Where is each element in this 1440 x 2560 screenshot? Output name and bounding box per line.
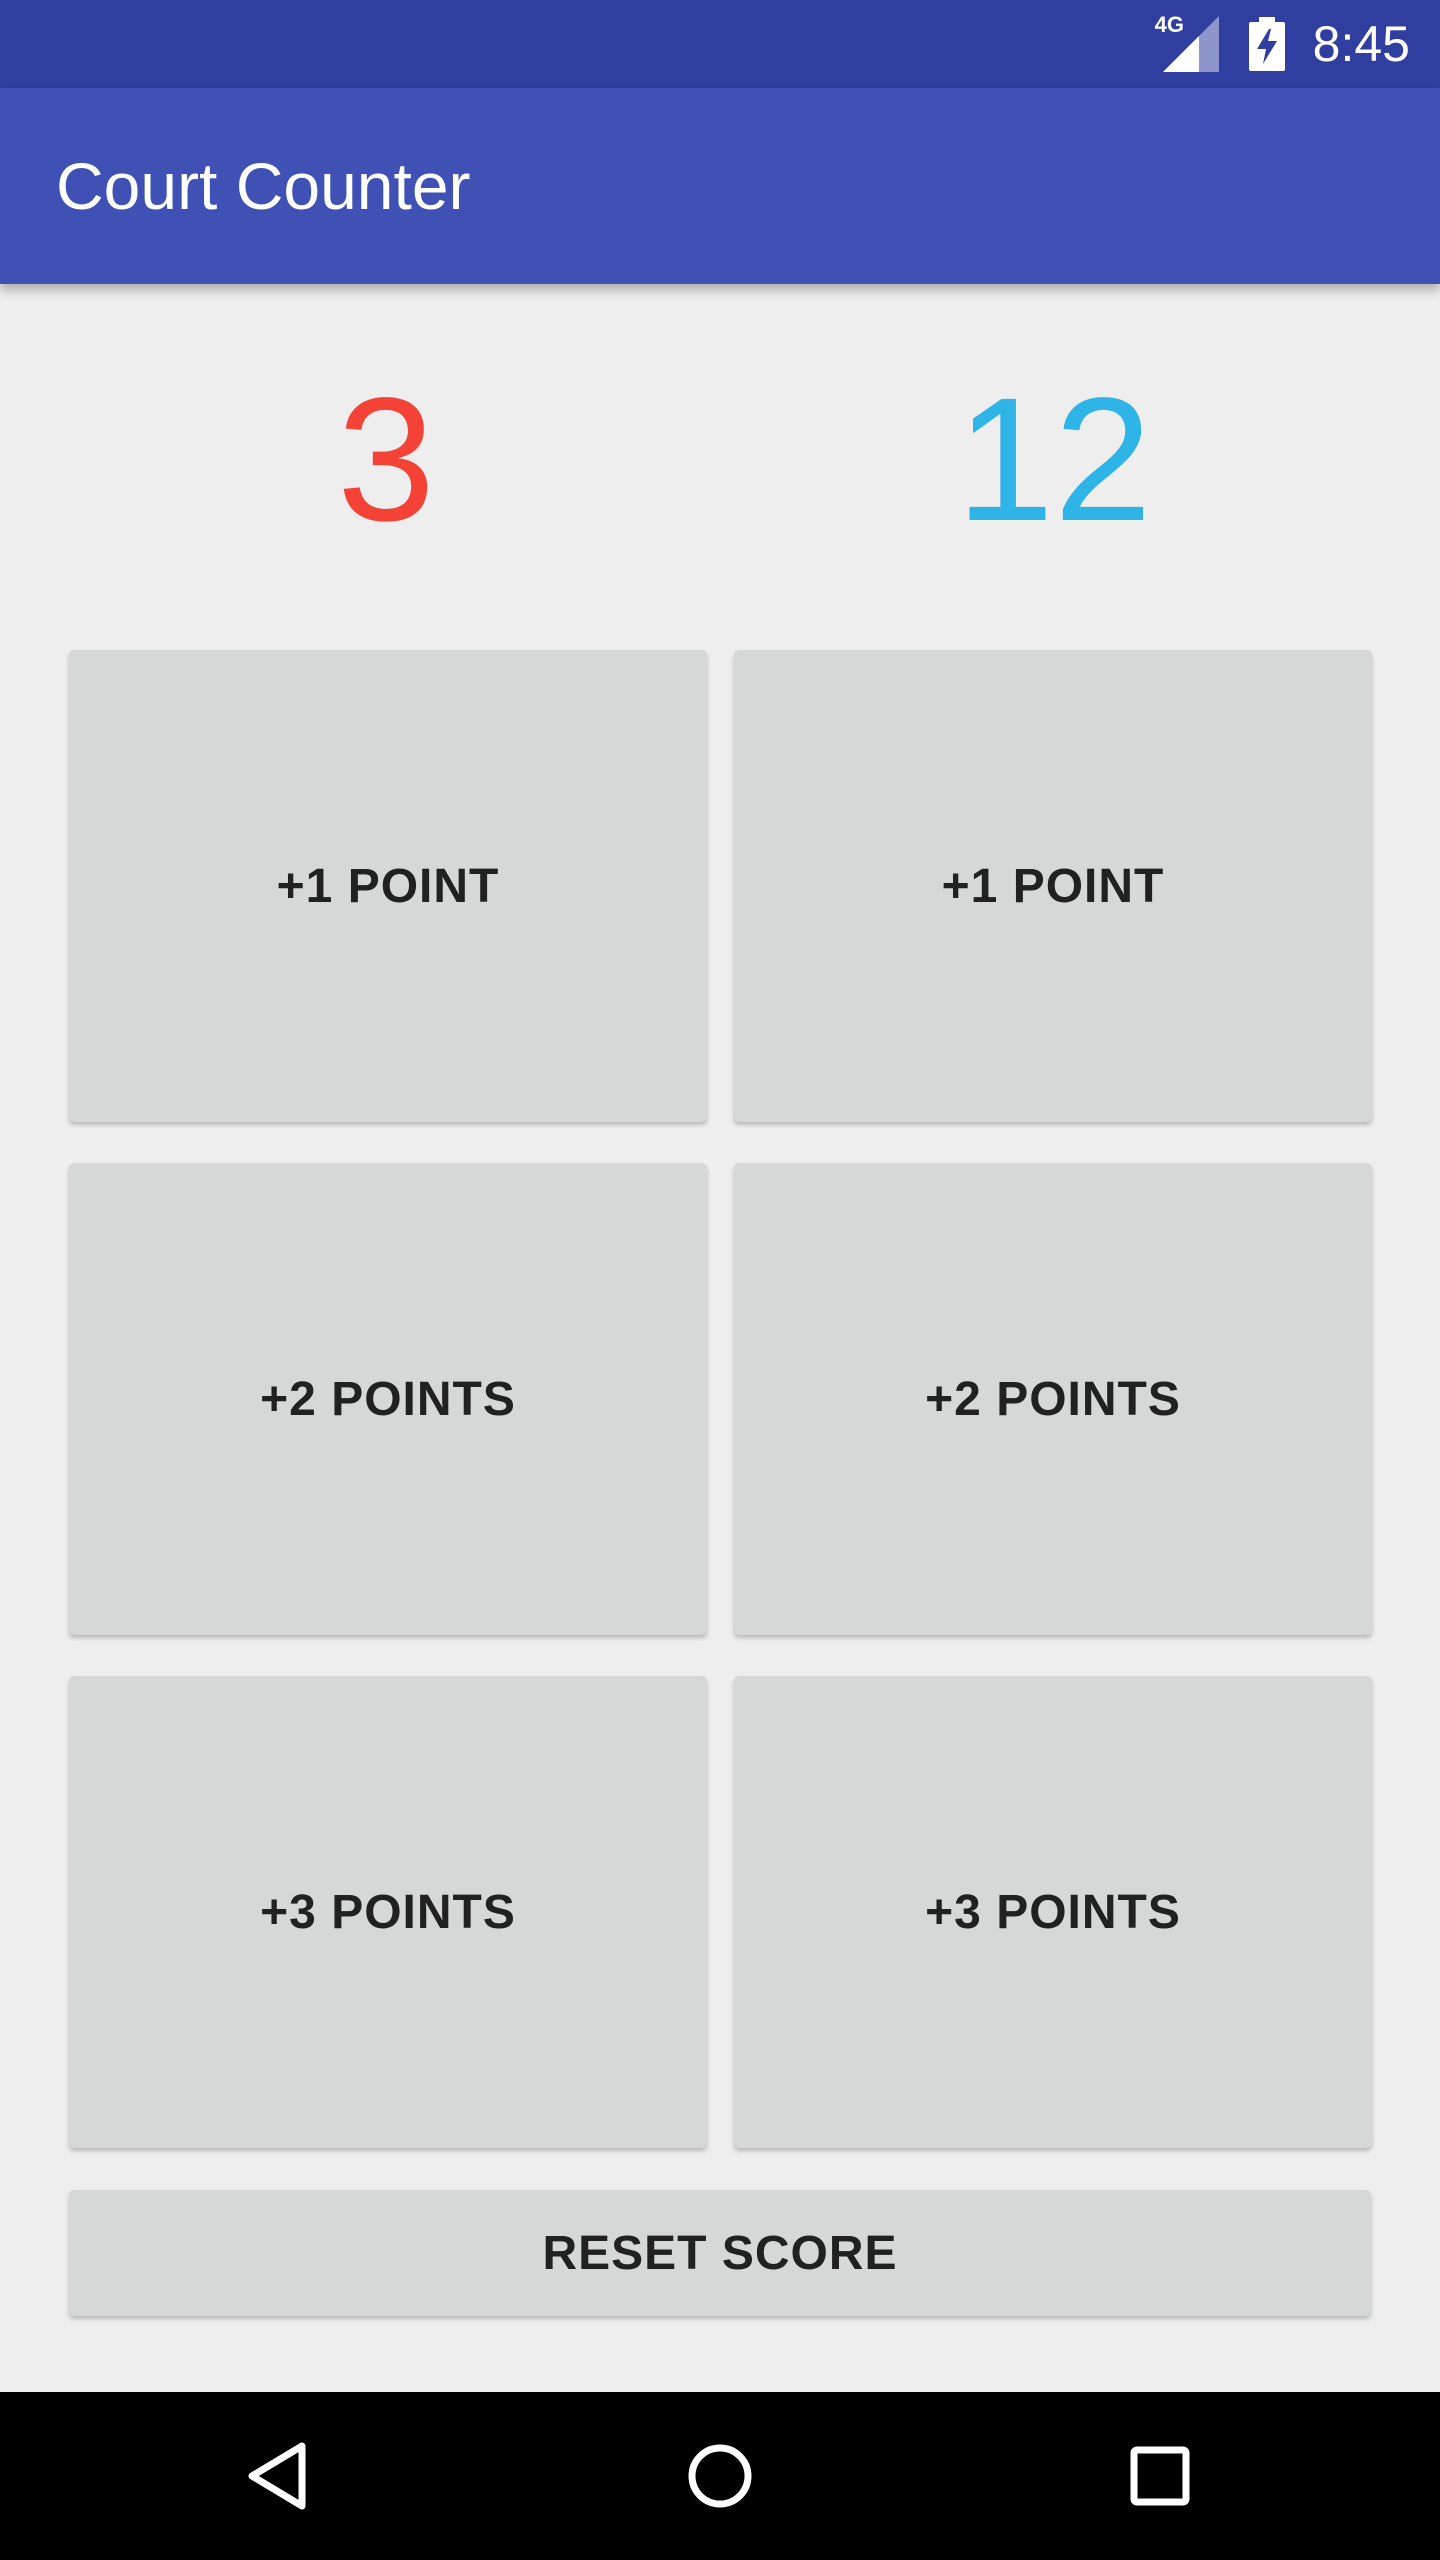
app-title: Court Counter [56,149,471,223]
button-label: +1 POINT [276,859,500,913]
team-b-plus-3-button[interactable]: +3 POINTS [734,1676,1372,2148]
team-a-plus-3-button[interactable]: +3 POINTS [69,1676,707,2148]
team-a-score: 3 [337,362,435,558]
battery-charging-icon [1247,17,1287,71]
home-icon[interactable] [670,2426,770,2526]
team-a-plus-2-button[interactable]: +2 POINTS [69,1163,707,1635]
signal-icon: 4G [1155,12,1219,72]
team-b-plus-2-button[interactable]: +2 POINTS [734,1163,1372,1635]
button-label: +2 POINTS [925,1372,1181,1426]
team-b-plus-1-button[interactable]: +1 POINT [734,650,1372,1122]
back-icon[interactable] [230,2426,330,2526]
button-label: +3 POINTS [260,1885,516,1939]
reset-score-button[interactable]: RESET SCORE [69,2190,1371,2316]
team-b-score: 12 [956,362,1152,558]
recents-icon[interactable] [1110,2426,1210,2526]
team-a-plus-1-button[interactable]: +1 POINT [69,650,707,1122]
button-label: RESET SCORE [542,2226,898,2280]
button-label: +3 POINTS [925,1885,1181,1939]
button-label: +2 POINTS [260,1372,516,1426]
status-bar: 4G 8:45 [0,0,1440,88]
navigation-bar [0,2392,1440,2560]
button-label: +1 POINT [941,859,1165,913]
network-type-label: 4G [1154,12,1185,37]
app-bar: Court Counter [0,88,1440,284]
status-time: 8:45 [1312,16,1410,72]
